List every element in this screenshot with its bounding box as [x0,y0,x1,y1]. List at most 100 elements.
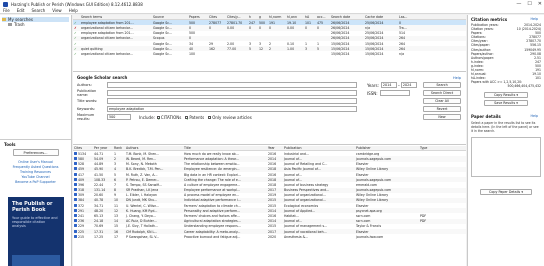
col-acc[interactable]: acc... [316,15,330,19]
book-promo[interactable]: The Publish or Perish Book Your guide to… [8,197,64,266]
col-source[interactable]: Source [152,15,188,19]
result-row[interactable]: 229 70.69 15 J.E. Sivy, T Hollath... Underst… [73,224,466,229]
col-hi-norm[interactable]: hI,norm [268,15,286,19]
col-cites-year[interactable]: Cites/y... [226,15,248,19]
col-year[interactable]: Year [267,146,283,150]
col-publication[interactable]: Publication [283,146,355,150]
col-search-date[interactable]: Search date [330,15,364,19]
close-icon[interactable]: ✕ [538,1,542,7]
search-row[interactable]: ✗ organizational citizen behavior... Googl… [73,25,466,31]
result-row[interactable]: 225 17.31 16 CM Rudolph, KN L... Career adap… [73,229,466,235]
result-row[interactable]: 318 131.14 8 SR Pradhan, LK Jena Employee pe… [73,187,466,193]
issn-input[interactable] [379,90,410,96]
result-row[interactable]: 409 108.33 6 P. Petrou, E. Demer... Crafting… [73,177,466,183]
new-button[interactable]: New [423,114,461,120]
result-row[interactable]: 372 34.71 11 U. Wentel, C. Wilsn... Farmers'… [73,203,466,208]
col-search-terms[interactable]: Search terms [80,15,152,19]
menu-file[interactable]: File [3,8,10,13]
result-row[interactable]: 580 54.09 2 W. Beard, M. Ren... Performance … [73,156,466,162]
pubname-input[interactable] [107,90,357,96]
result-row[interactable]: 241 65.13 13 J. Chang, Y. Deyo... Farmers' c… [73,213,466,218]
gs-help-link[interactable]: Help [453,76,461,80]
col-cites[interactable]: Cites [73,146,93,150]
result-row[interactable]: 291 48.20 12 K. Huang, KM Ryd... Personality… [73,208,466,214]
search-button[interactable]: Search [423,82,461,88]
copy-paper-details-button[interactable]: Copy Paper Details ▾ [480,188,532,195]
year-to-input[interactable]: 2024 [400,82,417,88]
result-row[interactable]: 396 22.44 7 S. Tempo, SS Sanwifi... A cultur… [73,182,466,187]
col-authors[interactable]: Authors [125,146,183,150]
review-only-checkbox[interactable] [208,115,212,119]
maximize-icon[interactable]: ☐ [527,1,531,7]
result-row[interactable]: 384 40.78 10 DN Jundt, MK Shu... Individual … [73,197,466,204]
col-type[interactable]: Type [419,146,439,150]
check-icon[interactable]: ✓ [74,42,77,46]
search-cell-cites: 0 [209,25,212,30]
revert-button[interactable]: Revert [423,106,461,112]
search-row[interactable]: ✓ employee adaptation from 201... Google S… [73,20,466,26]
save-results-button[interactable]: Save Results ▾ [484,99,528,106]
fail-icon[interactable]: ✗ [74,26,77,30]
result-cell-authors: B.K. Bredick, T.M. Pen... [126,167,164,172]
copy-results-button[interactable]: Copy Results ▾ [484,91,528,98]
result-row[interactable]: 236 24.18 14 AC Ruiz, D Buhler... Agricultur… [73,218,466,224]
result-cell-authors: AC Ruiz, D Buhler... [126,219,157,224]
result-row[interactable]: 5134 44.71 1 T.M. Bonk, M. Shen... How much … [73,151,466,156]
minimize-icon[interactable]: — [516,1,521,7]
menu-view[interactable]: View [52,8,62,13]
preferences-button[interactable]: Preferences... [12,149,59,156]
check-icon[interactable]: ✓ [74,36,77,40]
source-icon [74,198,77,202]
result-cell-authors: K. Huang, KM Ryd... [126,208,158,213]
tree-item-trash[interactable]: Trash [2,22,69,27]
title-words-input[interactable] [107,98,357,104]
col-g[interactable]: g [258,15,268,19]
result-cell-publication: Journal of... [284,156,302,161]
menu-search[interactable]: Search [31,8,45,13]
result-row[interactable]: 528 44.89 3 M. Sony, N. Mekoth The relations… [73,162,466,167]
col-ha[interactable]: hA [304,15,316,19]
citations-checkbox[interactable] [156,115,160,119]
metrics-help-link[interactable]: Help [530,17,538,21]
max-results-input[interactable]: 500 [107,114,131,120]
check-icon[interactable]: ✓ [74,52,77,56]
col-hi-ann[interactable]: hI,ann [286,15,304,19]
search-row[interactable]: ✓ organizational citizen behavior... Googl… [73,51,466,56]
col-last[interactable]: Las... [398,15,414,19]
col-papers[interactable]: Papers [188,15,208,19]
keywords-input[interactable]: employee adaptation [107,106,357,112]
result-cell-title: Career adaptability: A meta-analy... [184,229,241,234]
search-cell-terms: organizational citizen behavior... [81,36,133,41]
col-per-year[interactable]: Per year [93,146,113,150]
link-supporter[interactable]: Become a PoP Supporter [4,180,67,185]
result-cell-publication: Journal of organizational... [284,198,326,203]
authors-input[interactable] [107,82,357,88]
col-cache-date[interactable]: Cache date [364,15,398,19]
result-row[interactable]: 215 17.25 17 P Swangohae, SL V... Proactive … [73,234,466,239]
search-cell-papers: 0 [189,25,192,30]
col-h[interactable]: h [248,15,258,19]
menu-edit[interactable]: Edit [17,8,25,13]
clear-all-button[interactable]: Clear All [423,98,461,104]
search-direct-button[interactable]: Search Direct [423,90,461,96]
result-cell-year: 2015 [268,198,277,203]
paper-details-help-link[interactable]: Help [530,114,538,118]
result-row[interactable]: 459 45.90 4 B.K. Bredick, T.M. Pen... Employ… [73,166,466,172]
col-cites[interactable]: Cites [208,15,226,19]
col-title[interactable]: Title [183,146,267,150]
menu-help[interactable]: Help [69,8,78,13]
check-icon[interactable]: ✓ [74,21,77,25]
result-cell-cites: 409 [73,177,93,182]
col-publisher[interactable]: Publisher [355,146,419,150]
col-rank[interactable]: Rank [113,146,125,150]
search-cell-hann: 0.00 [287,25,295,30]
check-icon[interactable]: ✓ [74,47,77,51]
year-from-input[interactable]: 2014 [380,82,397,88]
check-icon[interactable]: ✓ [74,31,77,35]
result-row[interactable]: 309 20.60 9 L. Eibler, I. Halayan A process … [73,193,466,198]
patents-checkbox[interactable] [185,115,189,119]
search-row[interactable]: ✓ quiet quitting Google Sc... 40 162 77.00 5 12… [73,46,466,52]
result-row[interactable]: 417 41.50 5 M. Ruth, Z. Van, A... Big data i… [73,172,466,177]
result-cell-per-year: 40.78 [94,198,104,203]
book-title: The Publish or Perish Book [12,201,53,213]
